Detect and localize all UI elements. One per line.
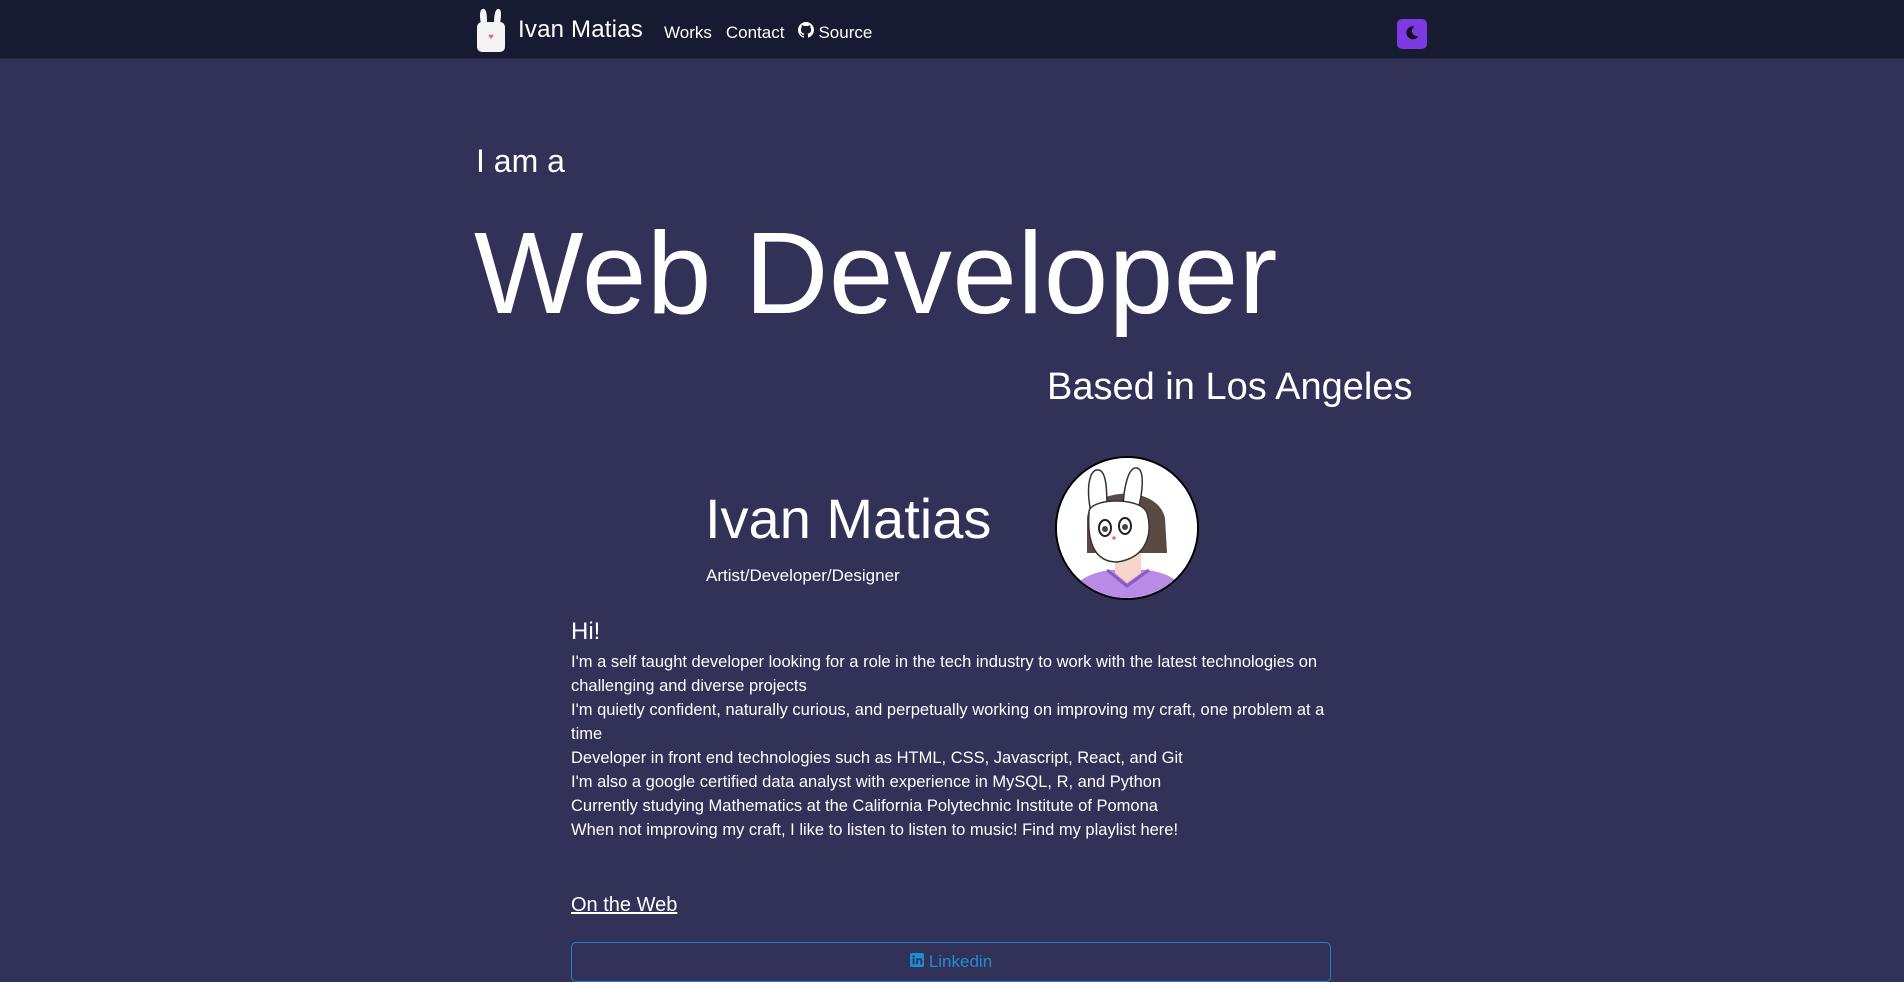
about-section: Hi! I'm a self taught developer looking …: [571, 618, 1341, 842]
nav-links: Works Contact Source: [664, 22, 872, 43]
about-line: I'm a self taught developer looking for …: [571, 653, 1318, 695]
about-heading: Hi!: [571, 618, 601, 645]
nav-link-contact[interactable]: Contact: [726, 22, 785, 43]
brand-name: Ivan Matias: [518, 16, 643, 43]
linkedin-icon: [909, 952, 924, 972]
brand-link[interactable]: Ivan Matias: [476, 8, 643, 52]
navbar: Ivan Matias Works Contact Source: [0, 0, 1904, 58]
linkedin-label: Linkedin: [928, 952, 993, 971]
hero-title: Web Developer: [474, 208, 1278, 338]
moon-icon: [1404, 25, 1420, 44]
nav-link-source-label: Source: [818, 22, 873, 42]
profile-role: Artist/Developer/Designer: [706, 566, 900, 585]
nav-link-works[interactable]: Works: [664, 22, 712, 43]
about-line: Developer in front end technologies such…: [571, 749, 1183, 767]
hero-location: Based in Los Angeles: [1047, 366, 1413, 408]
github-icon: [798, 22, 815, 43]
theme-toggle-button[interactable]: [1397, 19, 1427, 49]
avatar: [1055, 456, 1199, 600]
about-line: I'm quietly confident, naturally curious…: [571, 701, 1325, 743]
hero-intro: I am a: [476, 143, 565, 179]
about-line: I'm also a google certified data analyst…: [571, 773, 1162, 791]
about-line: Currently studying Mathematics at the Ca…: [571, 797, 1158, 815]
profile-name: Ivan Matias: [705, 487, 992, 550]
bunny-logo-icon: [476, 8, 506, 52]
bunny-mask-avatar-icon: [1057, 458, 1197, 598]
on-the-web-heading: On the Web: [571, 894, 678, 916]
linkedin-button[interactable]: Linkedin: [571, 942, 1331, 982]
about-line: When not improving my craft, I like to l…: [571, 821, 1179, 839]
nav-link-source[interactable]: Source: [798, 22, 872, 43]
